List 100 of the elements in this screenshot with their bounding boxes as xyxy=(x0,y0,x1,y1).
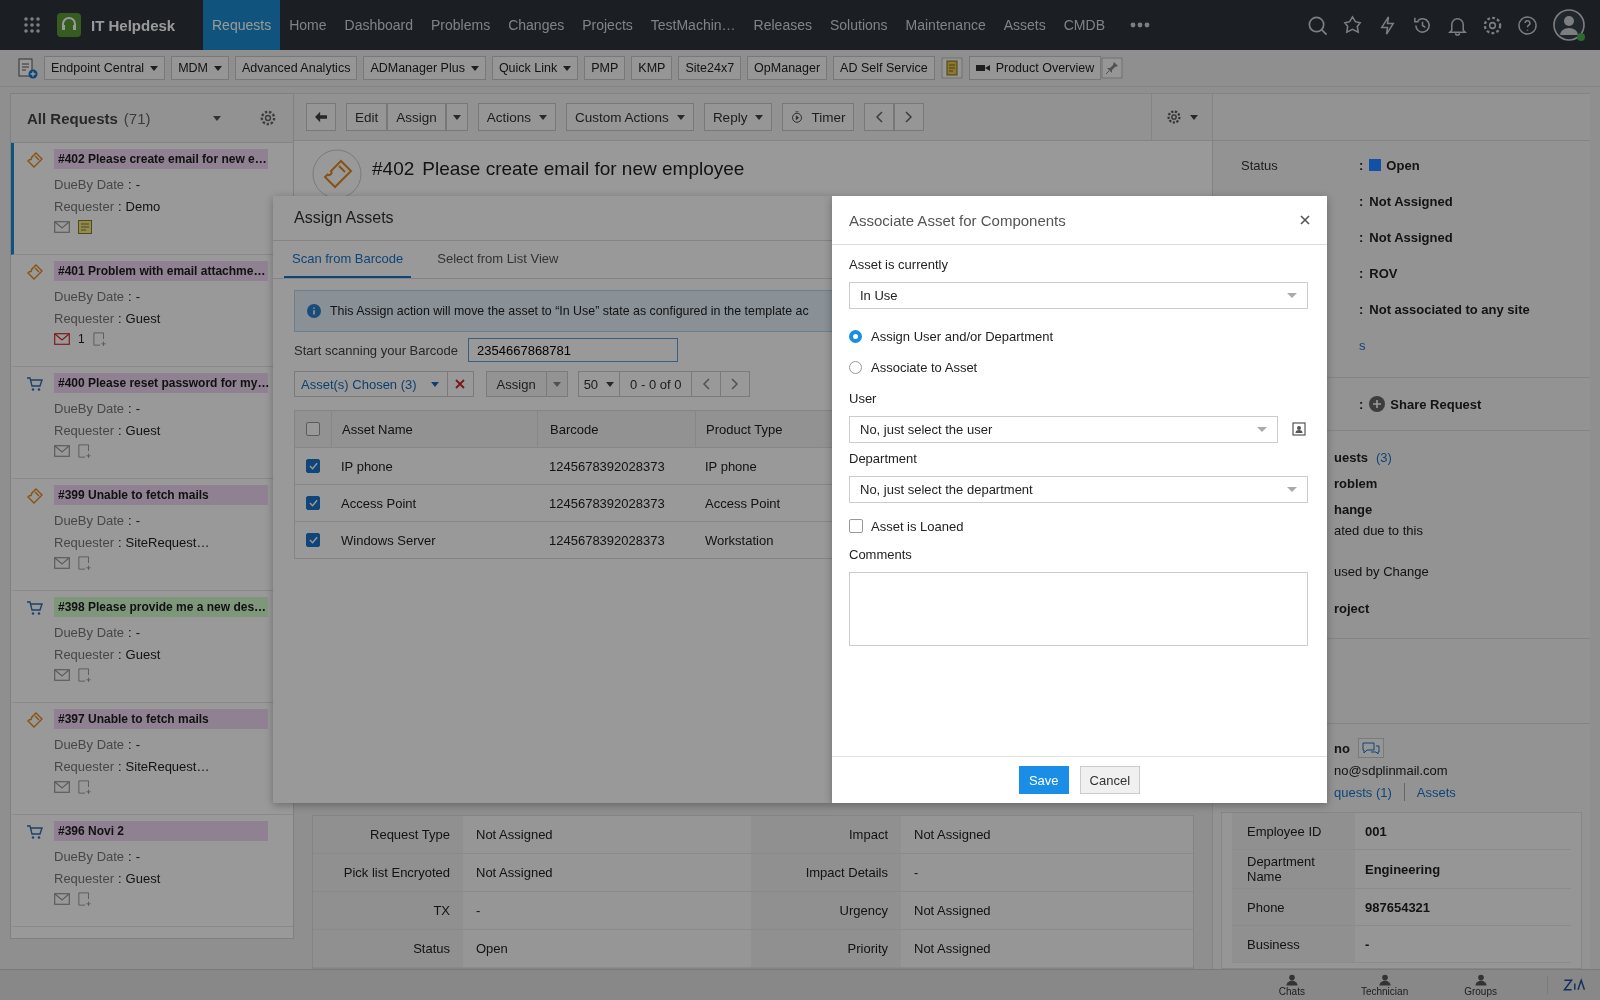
dropdown-button[interactable] xyxy=(546,371,568,397)
close-icon[interactable] xyxy=(1300,215,1310,225)
asset-state-select[interactable]: In Use xyxy=(849,282,1308,309)
clipboard-icon[interactable] xyxy=(940,57,963,79)
chosen-assets-button[interactable]: Asset(s) Chosen (3) xyxy=(294,371,448,397)
page-size-select[interactable]: 50 xyxy=(577,371,621,397)
add-note-icon[interactable] xyxy=(92,332,107,346)
toolbar-button[interactable]: Reply xyxy=(703,103,773,131)
request-item[interactable]: #396 Novi 2 DueBy Date : - Requester : Guest xyxy=(11,815,293,927)
department-select[interactable]: No, just select the department xyxy=(849,476,1308,503)
back-button[interactable] xyxy=(306,103,336,131)
nav-tab[interactable]: Home xyxy=(280,0,336,50)
nav-tab[interactable]: Projects xyxy=(573,0,642,50)
search-icon[interactable] xyxy=(1307,14,1328,36)
add-icon[interactable] xyxy=(1369,396,1386,412)
previous-button[interactable] xyxy=(864,103,895,131)
mail-icon[interactable] xyxy=(54,333,70,345)
clear-button[interactable] xyxy=(447,371,474,397)
add-note-icon[interactable] xyxy=(78,780,92,794)
quick-link-button[interactable]: OpManager xyxy=(747,56,828,80)
caret-icon[interactable] xyxy=(213,115,221,121)
comments-field[interactable] xyxy=(849,572,1308,646)
nav-tab[interactable]: TestMachin… xyxy=(641,0,745,50)
settings-icon[interactable] xyxy=(1482,14,1503,36)
mail-icon[interactable] xyxy=(54,781,70,793)
nav-tab[interactable]: Requests xyxy=(203,0,281,50)
mail-icon[interactable] xyxy=(54,669,70,681)
contact-card-icon[interactable] xyxy=(1292,422,1306,436)
barcode-field[interactable]: 2354667868781 xyxy=(468,338,679,362)
star-icon[interactable] xyxy=(1342,14,1363,36)
next-button[interactable] xyxy=(894,103,925,131)
radio-button[interactable] xyxy=(849,330,862,343)
request-title[interactable]: #397 Unable to fetch mails xyxy=(54,709,268,729)
dropdown-button[interactable] xyxy=(445,103,468,131)
request-title[interactable]: #402 Please create email for new e… xyxy=(54,149,268,169)
row-checkbox[interactable] xyxy=(306,459,320,473)
column-header[interactable]: Asset Name xyxy=(331,411,537,447)
nav-tab[interactable]: Releases xyxy=(744,0,821,50)
checkbox-label[interactable]: Asset is Loaned xyxy=(871,518,964,534)
add-note-icon[interactable] xyxy=(78,668,92,682)
share-request-link[interactable]: Share Request xyxy=(1390,396,1482,412)
radio-label[interactable]: Assign User and/or Department xyxy=(871,329,1054,344)
requester-link[interactable]: quests (1) xyxy=(1334,784,1392,800)
bottom-bar-item[interactable]: Chats xyxy=(1278,973,1305,997)
save-button[interactable]: Save xyxy=(1018,766,1069,794)
quick-link-button[interactable]: MDM xyxy=(171,56,229,80)
more-icon[interactable] xyxy=(1130,22,1150,28)
nav-tab[interactable]: Problems xyxy=(422,0,500,50)
chat-icon[interactable] xyxy=(1357,738,1384,758)
quick-link-button[interactable]: Quick Link xyxy=(491,56,579,80)
dialog-tab[interactable]: Select from List View xyxy=(429,241,567,278)
requester-link[interactable]: Assets xyxy=(1416,784,1456,800)
nav-tab[interactable]: CMDB xyxy=(1054,0,1114,50)
mail-icon[interactable] xyxy=(54,445,70,457)
dialog-tab[interactable]: Scan from Barcode xyxy=(284,241,412,278)
assign-button[interactable]: Assign xyxy=(485,371,547,397)
quick-link-button[interactable]: ADManager Plus xyxy=(363,56,486,80)
loaned-checkbox[interactable] xyxy=(849,519,863,533)
pin-icon[interactable] xyxy=(1101,57,1124,79)
toolbar-button[interactable]: Custom Actions xyxy=(566,103,694,131)
previous-page-button[interactable] xyxy=(692,371,722,397)
apps-grid-icon[interactable] xyxy=(23,16,41,34)
list-title[interactable]: All Requests xyxy=(27,109,118,127)
quick-link-button[interactable]: Advanced Analytics xyxy=(235,56,358,80)
request-title[interactable]: #396 Novi 2 xyxy=(54,821,268,841)
mail-icon[interactable] xyxy=(54,557,70,569)
next-page-button[interactable] xyxy=(721,371,751,397)
add-note-icon[interactable] xyxy=(78,444,92,458)
document-add-icon[interactable] xyxy=(16,57,38,79)
help-icon[interactable] xyxy=(1517,14,1538,36)
note-icon[interactable] xyxy=(78,220,92,234)
user-select[interactable]: No, just select the user xyxy=(849,416,1278,443)
column-header[interactable]: Barcode xyxy=(537,411,695,447)
quick-link-button[interactable]: KMP xyxy=(631,56,673,80)
quick-link-button[interactable]: PMP xyxy=(584,56,626,80)
mail-icon[interactable] xyxy=(54,893,70,905)
quick-link-button[interactable]: Site24x7 xyxy=(678,56,742,80)
row-checkbox[interactable] xyxy=(306,533,320,547)
nav-tab[interactable]: Assets xyxy=(994,0,1055,50)
details-link[interactable]: s xyxy=(1359,337,1366,353)
settings-icon[interactable] xyxy=(259,109,277,127)
product-overview-button[interactable]: Product Overview xyxy=(968,56,1102,80)
toolbar-button[interactable]: Assign xyxy=(387,103,446,131)
bottom-bar-item[interactable]: Groups xyxy=(1464,973,1497,997)
add-note-icon[interactable] xyxy=(78,892,92,906)
column-header[interactable]: Product Type xyxy=(695,411,783,447)
toolbar-button[interactable]: Timer xyxy=(782,103,855,131)
avatar-icon[interactable] xyxy=(1552,8,1586,42)
add-note-icon[interactable] xyxy=(78,556,92,570)
toolbar-button[interactable]: Actions xyxy=(477,103,557,131)
select-all-checkbox[interactable] xyxy=(306,422,320,436)
nav-tab[interactable]: Dashboard xyxy=(335,0,422,50)
related-count-link[interactable]: (3) xyxy=(1375,449,1392,465)
cancel-button[interactable]: Cancel xyxy=(1079,766,1141,794)
row-checkbox[interactable] xyxy=(306,496,320,510)
radio-label[interactable]: Associate to Asset xyxy=(871,360,978,375)
bottom-bar-item[interactable]: Technician xyxy=(1360,973,1409,997)
nav-tab[interactable]: Changes xyxy=(499,0,574,50)
quick-link-button[interactable]: Endpoint Central xyxy=(44,56,166,80)
request-title[interactable]: #401 Problem with email attachme… xyxy=(54,261,268,281)
